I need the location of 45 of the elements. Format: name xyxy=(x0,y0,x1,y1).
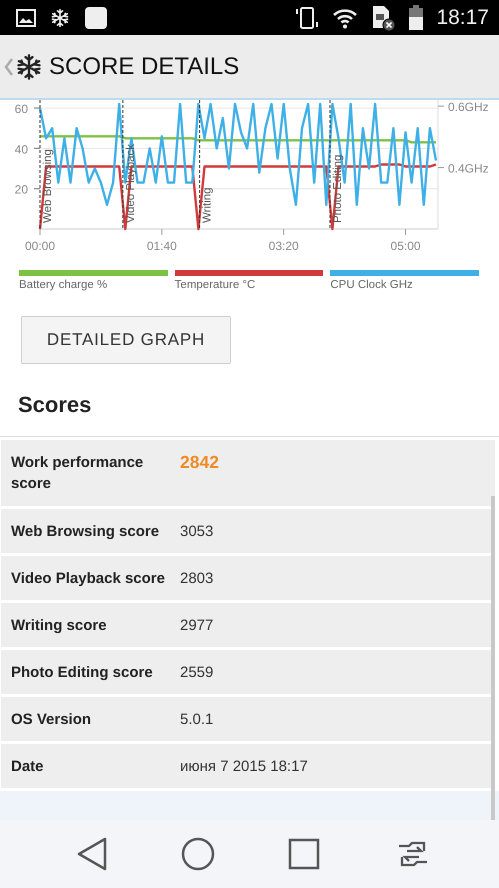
axis-label: 03:20 xyxy=(268,239,299,253)
score-label: Writing score xyxy=(11,616,108,636)
vibrate-icon xyxy=(294,6,320,30)
axis-label: 0.4GHz xyxy=(448,162,489,176)
legend-label: CPU Clock GHz xyxy=(330,279,413,291)
snowflake-icon xyxy=(50,8,70,28)
sim-card-icon xyxy=(370,4,396,32)
axis-label: 05:00 xyxy=(390,239,421,253)
score-label: OS Version xyxy=(11,710,92,730)
axis-label: 40 xyxy=(14,142,28,156)
score-label: Photo Editing score xyxy=(11,662,154,682)
recent-apps-icon[interactable] xyxy=(288,838,320,870)
battery-icon xyxy=(408,4,424,30)
axis-label: 20 xyxy=(14,182,28,197)
legend-label: Temperature °C xyxy=(174,279,256,291)
snowflake-icon xyxy=(15,52,43,80)
score-value: 5.0.1 xyxy=(180,710,214,730)
axis-label: 01:40 xyxy=(146,239,177,253)
score-value: 2977 xyxy=(180,616,214,636)
score-label: Date xyxy=(11,756,45,776)
home-icon[interactable] xyxy=(181,837,216,871)
score-label: Video Playback score xyxy=(11,568,166,588)
event-label: Writing xyxy=(202,187,214,223)
score-value: 2803 xyxy=(180,568,214,588)
event-label: Video Playback xyxy=(124,144,137,223)
back-icon[interactable] xyxy=(76,837,108,871)
image-icon xyxy=(16,8,36,26)
event-label: Photo Editing xyxy=(332,154,344,223)
axis-label: 60 xyxy=(14,102,28,116)
axis-label: 0.6GHz xyxy=(448,100,489,114)
score-label: Work performance score xyxy=(11,453,144,494)
screen-title: SCORE DETAILS xyxy=(49,52,240,80)
section-heading: Scores xyxy=(17,391,92,419)
score-value: июня 7 2015 18:17 xyxy=(180,756,308,776)
axis-label: 00:00 xyxy=(24,239,56,253)
score-label: Web Browsing score xyxy=(11,522,160,542)
score-value: 2842 xyxy=(180,452,219,473)
legend-label: Battery charge % xyxy=(19,279,108,291)
score-value: 2559 xyxy=(180,662,214,682)
score-value: 3053 xyxy=(180,522,214,542)
event-label: Web Browsing xyxy=(42,149,54,223)
wifi-icon xyxy=(332,6,358,28)
app-square-icon xyxy=(84,6,108,30)
clock-time: 18:17 xyxy=(436,6,489,30)
detailed-graph-button[interactable]: DETAILED GRAPH xyxy=(21,316,231,364)
